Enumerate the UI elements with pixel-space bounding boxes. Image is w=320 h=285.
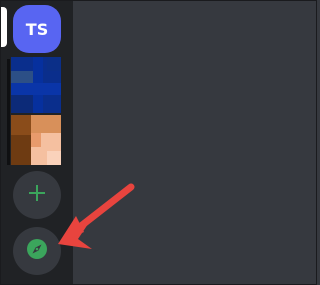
selected-server-indicator (1, 7, 7, 47)
server-icon-blue[interactable] (11, 57, 61, 113)
pixel-block (11, 83, 61, 95)
server-sidebar: TS (1, 1, 73, 284)
pixel-block (31, 133, 41, 147)
main-content-area (73, 1, 316, 284)
pixel-block (11, 115, 31, 135)
pixel-block (11, 95, 33, 113)
pixel-block (31, 115, 61, 133)
server-icon-ts[interactable]: TS (13, 5, 61, 53)
compass-icon (25, 237, 49, 265)
server-list-edge (7, 59, 10, 165)
add-server-button[interactable] (13, 171, 61, 219)
server-initials: TS (25, 19, 49, 39)
pixel-block (47, 151, 61, 165)
pixel-block (47, 57, 61, 71)
explore-public-servers-button[interactable] (13, 227, 61, 275)
plus-icon (27, 183, 47, 207)
server-icon-face[interactable] (11, 115, 61, 165)
app-window: TS (0, 0, 317, 285)
